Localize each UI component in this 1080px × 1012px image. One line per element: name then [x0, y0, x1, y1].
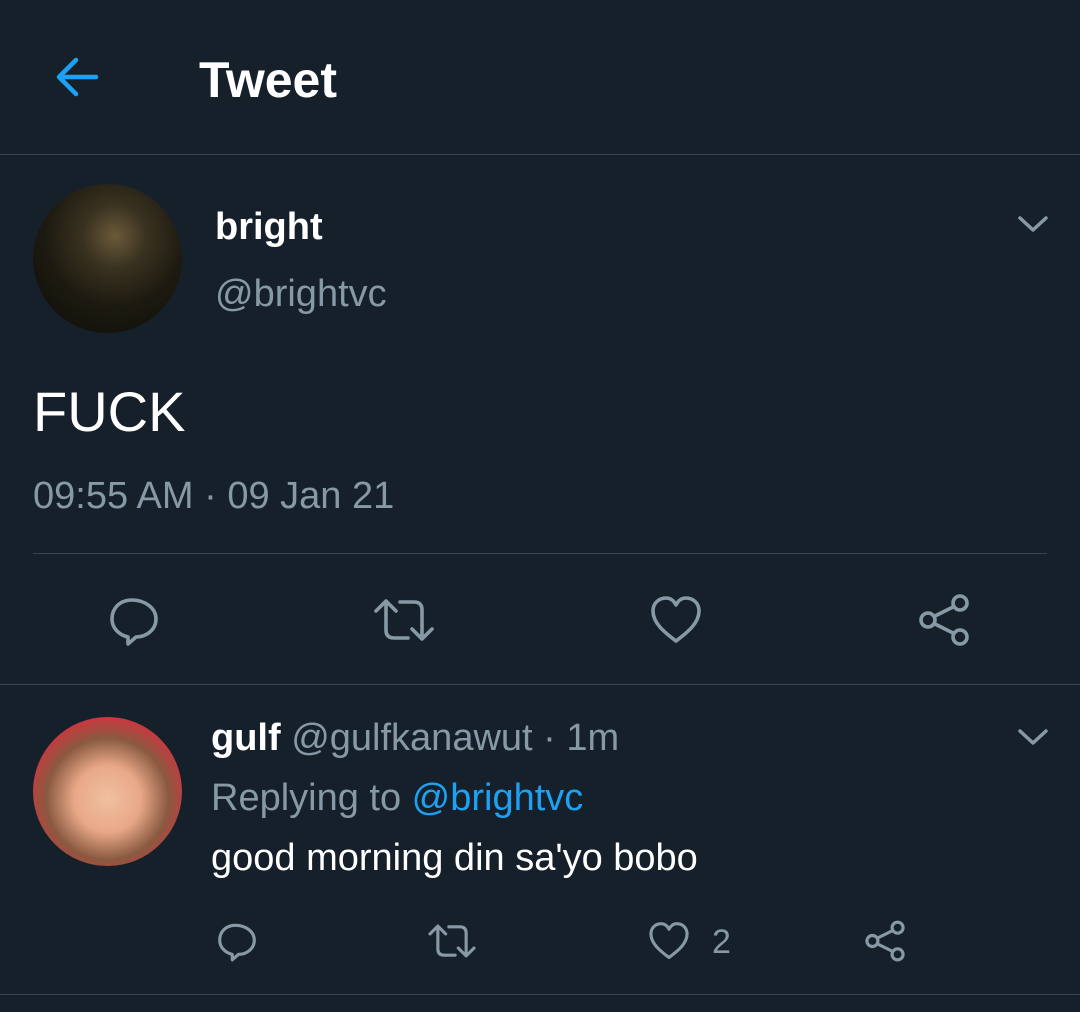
replying-to: Replying to @brightvc	[211, 776, 583, 820]
retweet-icon	[374, 599, 434, 641]
author-handle[interactable]: @brightvc	[215, 272, 387, 316]
bottom-divider	[0, 994, 1080, 995]
replying-to-mention[interactable]: @brightvc	[412, 777, 584, 819]
header-divider	[0, 154, 1080, 155]
tweet-text: FUCK	[33, 380, 186, 443]
like-count: 2	[712, 923, 731, 961]
like-button[interactable]	[646, 590, 706, 650]
share-icon	[919, 594, 969, 646]
avatar[interactable]	[33, 184, 182, 333]
reply-text: good morning din sa'yo bobo	[211, 837, 698, 879]
reply-retweet-button[interactable]	[426, 918, 478, 964]
chevron-down-icon	[1018, 729, 1048, 745]
tweet-options-button[interactable]	[1016, 213, 1050, 235]
retweet-icon	[428, 924, 476, 958]
page-title: Tweet	[199, 52, 337, 108]
reply-reply-button[interactable]	[214, 918, 260, 964]
retweet-button[interactable]	[372, 590, 436, 650]
like-icon	[649, 922, 689, 960]
share-icon	[865, 920, 905, 962]
arrow-left-icon	[56, 57, 99, 97]
reply-divider	[0, 684, 1080, 685]
reply-icon	[218, 923, 256, 962]
reply-like-button[interactable]	[646, 918, 692, 964]
reply-options-button[interactable]	[1016, 726, 1050, 748]
tweet-timestamp[interactable]: 09:55 AM · 09 Jan 21	[33, 474, 394, 518]
reply-meta: @gulfkanawut · 1m	[291, 717, 620, 759]
share-button[interactable]	[914, 590, 974, 650]
chevron-down-icon	[1018, 216, 1048, 232]
reply-icon	[110, 598, 158, 646]
reply-avatar[interactable]	[33, 717, 182, 866]
reply-header: gulf @gulfkanawut · 1m	[211, 716, 619, 760]
action-divider	[33, 553, 1047, 554]
reply-button[interactable]	[104, 590, 164, 650]
author-name[interactable]: bright	[215, 205, 323, 249]
back-button[interactable]	[52, 52, 102, 102]
like-icon	[651, 596, 701, 643]
reply-share-button[interactable]	[862, 918, 908, 964]
reply-author-name[interactable]: gulf	[211, 717, 281, 759]
replying-to-label: Replying to	[211, 777, 412, 819]
